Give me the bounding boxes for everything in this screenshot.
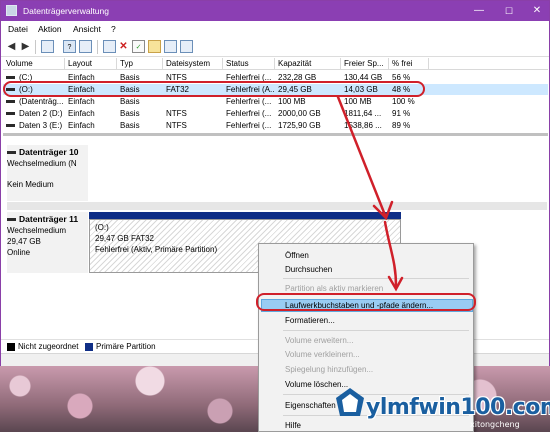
col-freier-speicher[interactable]: Freier Sp... [341, 58, 389, 70]
disk-10-label[interactable]: Datenträger 10 Wechselmedium (N Kein Med… [7, 145, 88, 201]
watermark-sub: xitongcheng [470, 420, 520, 429]
delete-icon[interactable]: ✕ [117, 40, 130, 53]
col-status[interactable]: Status [223, 58, 275, 70]
primary-partition-swatch [85, 343, 93, 351]
disk-icon [7, 218, 16, 222]
rescan-icon[interactable] [103, 40, 116, 53]
volume-list-header: Volume Layout Typ Dateisystem Status Kap… [3, 58, 548, 70]
disk-11-label[interactable]: Datenträger 11 Wechselmedium 29,47 GB On… [7, 212, 88, 273]
settings-icon[interactable] [164, 40, 177, 53]
title-bar: Datenträgerverwaltung — ☐ ✕ [1, 1, 549, 21]
maximize-button[interactable]: ☐ [501, 4, 517, 18]
toolbar: ◀ ▶ ? ✕ ✓ [1, 37, 549, 57]
volume-icon [6, 111, 15, 115]
forward-arrow-icon[interactable]: ▶ [19, 40, 32, 53]
menu-item-help[interactable]: Hilfe [285, 421, 301, 430]
menu-bar: Datei Aktion Ansicht ? [1, 21, 549, 37]
watermark-logo-icon [336, 388, 364, 416]
volume-icon [6, 99, 15, 103]
menu-aktion[interactable]: Aktion [38, 24, 62, 34]
properties-icon[interactable] [79, 40, 92, 53]
disk-icon [7, 151, 16, 155]
disk-management-icon [6, 5, 17, 16]
col-typ[interactable]: Typ [117, 58, 163, 70]
list-icon[interactable] [180, 40, 193, 53]
volume-list: Volume Layout Typ Dateisystem Status Kap… [3, 58, 548, 136]
help-icon[interactable]: ? [63, 40, 76, 53]
menu-item-browse[interactable]: Durchsuchen [285, 265, 332, 274]
col-dateisystem[interactable]: Dateisystem [163, 58, 223, 70]
close-button[interactable]: ✕ [529, 4, 545, 18]
folder-icon[interactable] [148, 40, 161, 53]
view-icon[interactable] [41, 40, 54, 53]
back-arrow-icon[interactable]: ◀ [5, 40, 18, 53]
table-row[interactable]: (Datenträg... Einfach Basis Fehlerfrei (… [3, 96, 548, 107]
unallocated-swatch [7, 343, 15, 351]
menu-item-shrink-volume[interactable]: Volume verkleinern... [285, 350, 360, 359]
menu-item-properties[interactable]: Eigenschaften [285, 401, 336, 410]
window-title: Datenträgerverwaltung [23, 6, 109, 16]
volume-icon [6, 75, 15, 79]
volume-o-highlight [3, 81, 425, 97]
volume-icon [6, 123, 15, 127]
change-drive-letter-highlight [256, 293, 476, 311]
table-row[interactable]: Daten 3 (E:) Einfach Basis NTFS Fehlerfr… [3, 120, 548, 131]
primary-partition-bar [89, 212, 401, 219]
check-icon[interactable]: ✓ [132, 40, 145, 53]
table-row[interactable]: Daten 2 (D:) Einfach Basis NTFS Fehlerfr… [3, 108, 548, 119]
menu-datei[interactable]: Datei [8, 24, 28, 34]
menu-ansicht[interactable]: Ansicht [73, 24, 101, 34]
menu-item-add-mirror[interactable]: Spiegelung hinzufügen... [285, 365, 373, 374]
watermark-brand: ylmfwin100.com [366, 395, 550, 420]
menu-item-open[interactable]: Öffnen [285, 251, 309, 260]
col-kapazitaet[interactable]: Kapazität [275, 58, 341, 70]
menu-item-format[interactable]: Formatieren... [285, 316, 335, 325]
col-layout[interactable]: Layout [65, 58, 117, 70]
col-prozent-frei[interactable]: % frei [389, 58, 429, 70]
col-volume[interactable]: Volume [3, 58, 65, 70]
menu-item-mark-active[interactable]: Partition als aktiv markieren [285, 284, 383, 293]
minimize-button[interactable]: — [471, 4, 487, 18]
menu-help[interactable]: ? [111, 24, 116, 34]
menu-item-extend-volume[interactable]: Volume erweitern... [285, 336, 353, 345]
